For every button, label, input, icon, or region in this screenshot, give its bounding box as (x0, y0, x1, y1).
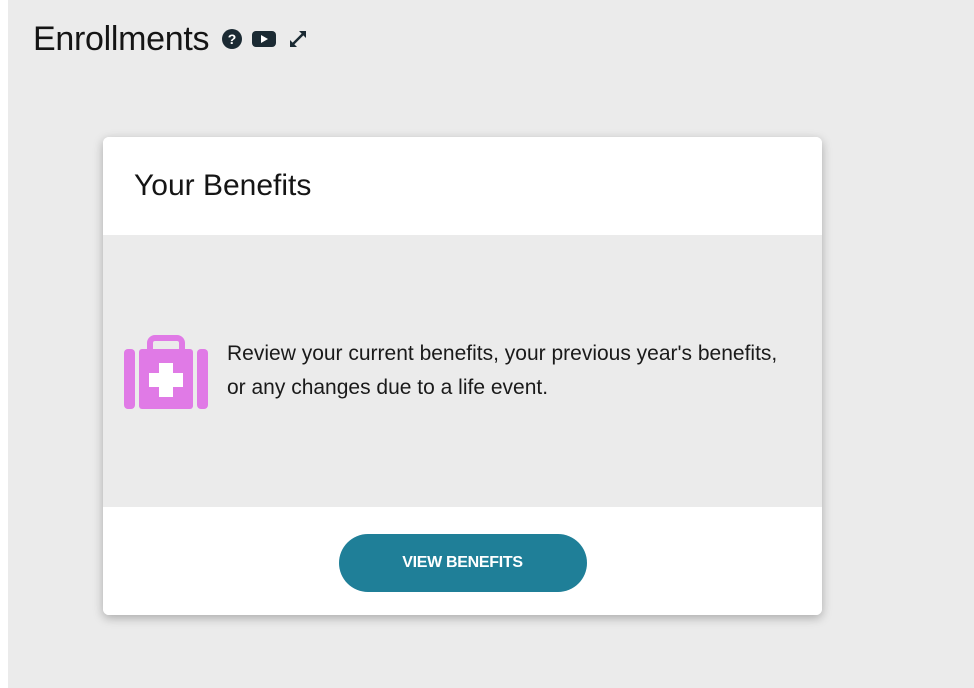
help-icon[interactable]: ? (221, 28, 243, 50)
page-header: Enrollments ? (33, 14, 309, 64)
card-body: Review your current benefits, your previ… (103, 235, 822, 507)
medical-kit-icon (122, 335, 210, 413)
view-benefits-button[interactable]: VIEW BENEFITS (338, 534, 587, 592)
svg-text:?: ? (228, 31, 237, 47)
video-icon[interactable] (251, 28, 277, 50)
card-description: Review your current benefits, your previ… (227, 342, 778, 399)
card-footer: VIEW BENEFITS (103, 507, 822, 615)
card-title: Your Benefits (134, 169, 312, 202)
expand-icon[interactable] (287, 28, 309, 50)
benefits-card: Your Benefits Review your current benefi… (103, 137, 822, 615)
page-title: Enrollments (33, 19, 210, 58)
card-header: Your Benefits (103, 137, 822, 235)
